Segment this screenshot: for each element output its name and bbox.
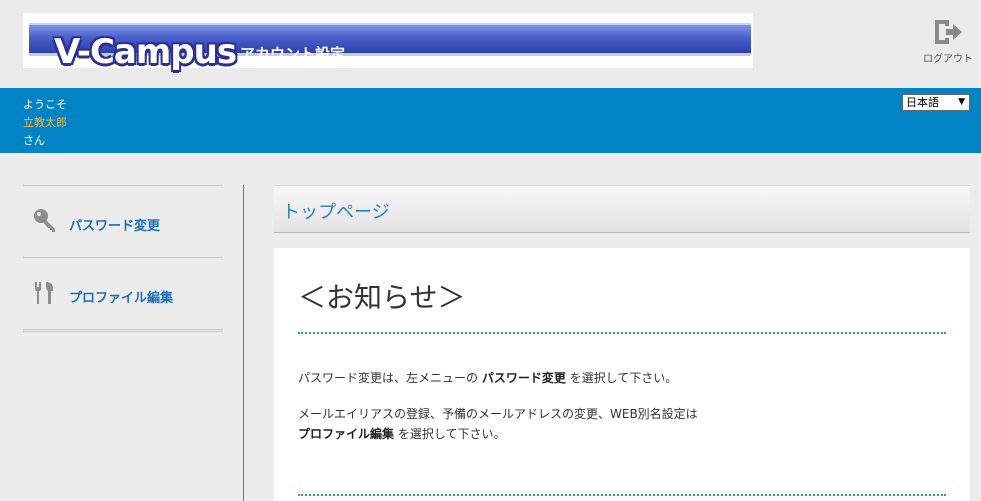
notice-line-profile: メールエイリアスの登録、予備のメールアドレスの変更、WEB別名設定は プロファイ…	[298, 404, 698, 444]
notice-title: ＜お知らせ＞	[298, 281, 466, 314]
logout-label: ログアウト	[923, 54, 973, 65]
page-title: トップページ	[282, 202, 390, 223]
dotted-divider	[298, 332, 946, 334]
logout-icon	[935, 20, 962, 44]
welcome-text: ようこそ	[23, 98, 67, 111]
tools-icon	[35, 282, 53, 304]
notice-emphasis: プロファイル編集	[298, 427, 395, 441]
notice-emphasis: パスワード変更	[481, 371, 566, 385]
language-select[interactable]: 日本語 ▼	[902, 94, 970, 111]
sidebar-item-profile[interactable]: プロファイル編集	[23, 257, 223, 329]
dotted-divider	[298, 494, 946, 496]
notice-text: メールエイリアスの登録、予備のメールアドレスの変更、WEB別名設定は	[298, 407, 698, 421]
logout-button[interactable]: ログアウト	[922, 18, 974, 65]
logo: V-Campus アカウント設定	[23, 13, 753, 72]
key-icon	[34, 209, 55, 232]
notice-line-password: パスワード変更は、左メニューの パスワード変更 を選択して下さい。	[298, 368, 677, 388]
app-subtitle: アカウント設定	[240, 45, 346, 63]
user-name: 立教太郎	[23, 116, 67, 129]
honorific: さん	[23, 134, 45, 147]
sidebar-item-password[interactable]: パスワード変更	[23, 185, 223, 257]
notice-text: を選択して下さい。	[394, 427, 506, 441]
notice-text: パスワード変更は、左メニューの	[298, 371, 482, 385]
chevron-down-icon: ▼	[958, 97, 965, 107]
brand-name: V-Campus	[54, 32, 237, 72]
logo-banner: V-Campus アカウント設定	[29, 23, 751, 72]
sidebar-item-label: パスワード変更	[69, 219, 161, 234]
sidebar-divider	[243, 185, 244, 501]
welcome-band: ようこそ 立教太郎 さん 日本語 ▼	[0, 88, 981, 153]
language-value: 日本語	[906, 96, 939, 109]
sidebar-item-label: プロファイル編集	[69, 291, 174, 306]
sidebar-end-divider	[23, 329, 223, 332]
page-header: トップページ	[274, 185, 970, 233]
header: V-Campus アカウント設定 ログアウト	[0, 0, 981, 88]
sidebar: パスワード変更 プロファイル編集	[23, 185, 223, 332]
notice-panel: ＜お知らせ＞ パスワード変更は、左メニューの パスワード変更 を選択して下さい。…	[274, 248, 970, 501]
notice-text: を選択して下さい。	[565, 371, 678, 385]
welcome-message: ようこそ 立教太郎 さん	[23, 96, 67, 150]
